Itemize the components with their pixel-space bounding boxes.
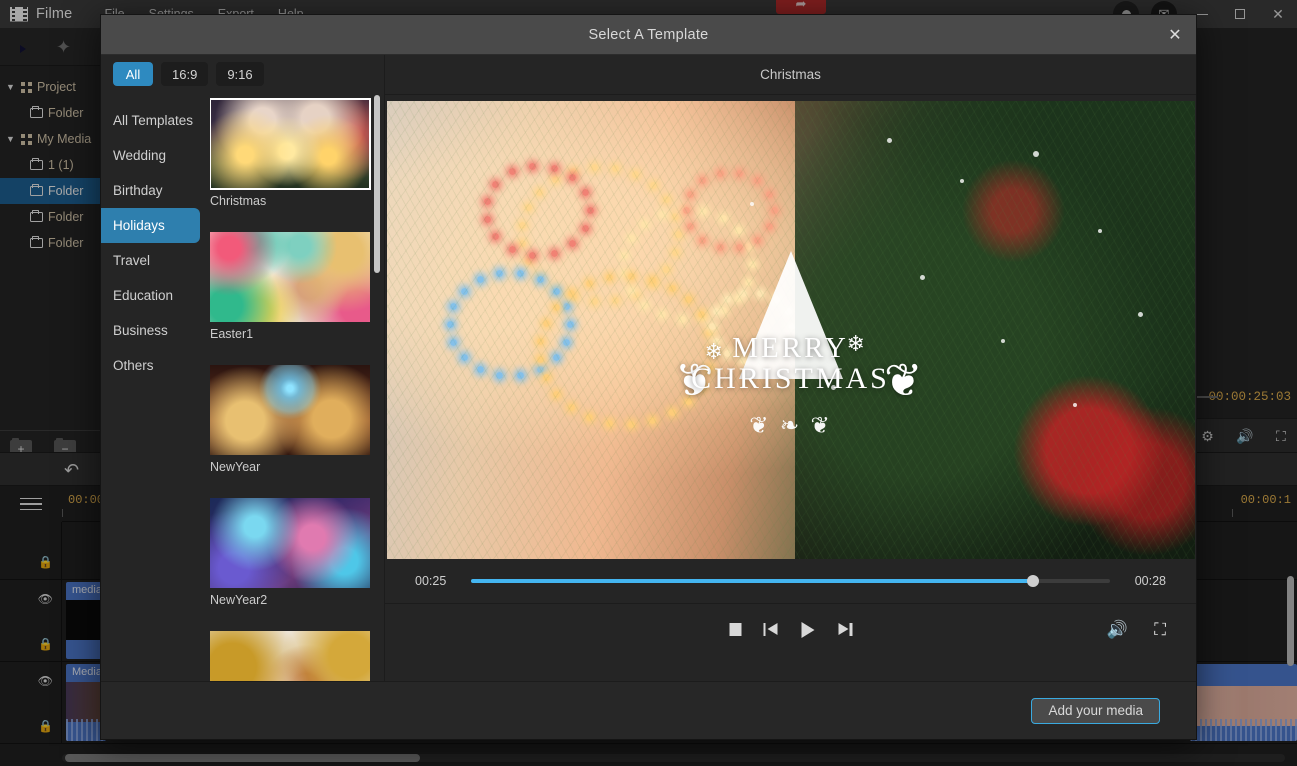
template-name: NewYear <box>210 460 261 474</box>
close-icon[interactable]: ✕ <box>1162 22 1188 48</box>
play-icon <box>801 621 814 638</box>
current-time: 00:25 <box>415 574 447 588</box>
template-card-newyear[interactable]: NewYear <box>210 365 370 474</box>
stop-button[interactable] <box>729 623 741 636</box>
category-list: All Templates Wedding Birthday Holidays … <box>101 93 204 681</box>
play-button[interactable] <box>801 621 814 638</box>
tab-ratio-all[interactable]: All <box>113 62 153 86</box>
template-thumbnail[interactable] <box>210 631 370 681</box>
seek-fill <box>471 579 1034 583</box>
category-others[interactable]: Others <box>101 348 204 383</box>
template-card-christmas[interactable]: Christmas <box>210 98 371 208</box>
preview-title-overlay: MERRY CHRISTMAS <box>581 333 1001 395</box>
tab-ratio-16-9[interactable]: 16:9 <box>161 62 209 86</box>
aspect-ratio-tabs: All 16:9 9:16 <box>101 55 384 93</box>
previous-frame-icon <box>763 623 779 636</box>
category-business[interactable]: Business <box>101 313 204 348</box>
template-name: Christmas <box>210 194 267 208</box>
overlay-line-2: CHRISTMAS <box>691 362 890 396</box>
application-window: Filme File Settings Export Help ➦ ✉ ✕ ✦ <box>0 0 1297 766</box>
template-thumbnail[interactable] <box>210 498 370 588</box>
stop-icon <box>729 623 741 636</box>
next-frame-button[interactable] <box>836 623 852 636</box>
browser-split: All Templates Wedding Birthday Holidays … <box>101 93 384 681</box>
transport-controls <box>729 621 852 638</box>
next-frame-icon <box>836 623 852 636</box>
category-education[interactable]: Education <box>101 278 204 313</box>
template-name: NewYear2 <box>210 593 268 607</box>
seek-handle[interactable] <box>1027 575 1040 587</box>
template-name: Easter1 <box>210 327 254 341</box>
category-holidays[interactable]: Holidays <box>101 208 200 243</box>
preview-title: Christmas <box>760 67 821 82</box>
category-travel[interactable]: Travel <box>101 243 204 278</box>
seek-bar[interactable] <box>471 575 1110 587</box>
template-thumbnail-pane: Christmas Easter1 NewYear NewYear2 <box>204 93 384 681</box>
total-time: 00:28 <box>1134 574 1166 588</box>
preview-right-controls: 🔊 ⛶ <box>1107 620 1166 640</box>
category-all-templates[interactable]: All Templates <box>101 103 204 138</box>
volume-icon[interactable]: 🔊 <box>1107 620 1128 640</box>
scrollbar-thumb[interactable] <box>374 95 380 273</box>
select-template-dialog: Select A Template ✕ All 16:9 9:16 All Te… <box>100 14 1197 740</box>
preview-stage: ❦ ❦ ❄ ❄ MERRY CHRISTMAS ❦ ❧ ❦ <box>385 95 1196 559</box>
template-scrollbar[interactable] <box>374 93 382 681</box>
template-card-easter1[interactable]: Easter1 <box>210 232 370 341</box>
dialog-body: All 16:9 9:16 All Templates Wedding Birt… <box>101 55 1196 681</box>
fullscreen-icon[interactable]: ⛶ <box>1154 620 1166 640</box>
seek-bar-row: 00:25 00:28 <box>385 559 1196 603</box>
category-wedding[interactable]: Wedding <box>101 138 204 173</box>
template-thumbnail[interactable] <box>210 365 370 455</box>
template-thumbnail[interactable] <box>210 98 371 190</box>
preview-video[interactable]: ❦ ❦ ❄ ❄ MERRY CHRISTMAS ❦ ❧ ❦ <box>386 101 1195 559</box>
add-your-media-button[interactable]: Add your media <box>1031 697 1160 724</box>
playback-controls: 🔊 ⛶ <box>385 603 1196 655</box>
preview-header: Christmas <box>385 55 1196 95</box>
dialog-title: Select A Template <box>588 26 709 43</box>
dialog-titlebar: Select A Template ✕ <box>101 15 1196 55</box>
dialog-footer: Add your media <box>101 681 1196 739</box>
ornament-flourish-icon: ❦ ❧ ❦ <box>749 413 832 439</box>
category-birthday[interactable]: Birthday <box>101 173 204 208</box>
previous-frame-button[interactable] <box>763 623 779 636</box>
template-thumbnail[interactable] <box>210 232 370 322</box>
template-card-newyear2[interactable]: NewYear2 <box>210 498 370 607</box>
template-preview: Christmas ❦ ❦ ❄ ❄ MERRY CHRISTMAS ❦ ❧ ❦ … <box>385 55 1196 681</box>
template-list: Christmas Easter1 NewYear NewYear2 <box>210 93 374 681</box>
overlay-line-1: MERRY <box>732 332 849 364</box>
template-browser: All 16:9 9:16 All Templates Wedding Birt… <box>101 55 385 681</box>
template-card-party[interactable] <box>210 631 370 681</box>
tab-ratio-9-16[interactable]: 9:16 <box>216 62 264 86</box>
